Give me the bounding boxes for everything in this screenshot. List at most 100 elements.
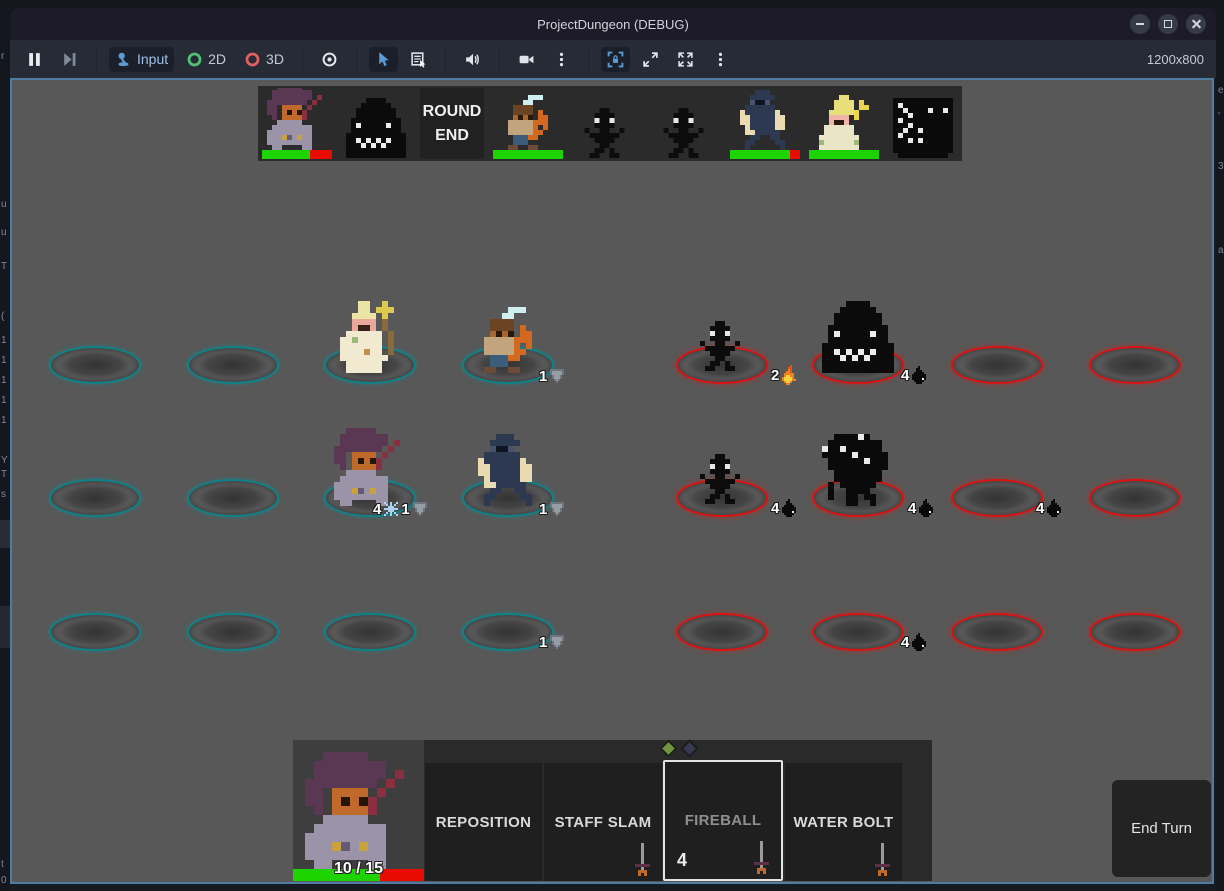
enemy-slot-ring[interactable] xyxy=(951,479,1043,517)
next-frame-button[interactable] xyxy=(55,47,84,72)
ally-slot-ring[interactable] xyxy=(49,479,141,517)
maximize-icon xyxy=(1158,14,1178,34)
select-tool-button[interactable] xyxy=(369,47,398,72)
status-effects: 2 xyxy=(771,365,798,385)
turn-order-portrait xyxy=(651,88,721,159)
camera-menu-button[interactable] xyxy=(547,47,576,72)
ability-button-fireball[interactable]: FIREBALL4 xyxy=(663,760,783,881)
turn-portrait-shadow2-sprite xyxy=(893,98,953,158)
ally-slot-ring[interactable] xyxy=(187,613,279,651)
unit-mage-sprite[interactable] xyxy=(334,428,406,506)
active-unit-sprite xyxy=(305,752,413,869)
maximize-button[interactable] xyxy=(1158,14,1178,34)
ally-slot-ring[interactable] xyxy=(49,346,141,384)
mute-audio-button[interactable] xyxy=(458,47,487,72)
3d-mode-icon xyxy=(244,51,261,68)
status-stack-count: 1 xyxy=(539,501,547,518)
embed-menu-button[interactable] xyxy=(706,47,735,72)
unit-shadow-sprite[interactable] xyxy=(822,434,894,506)
ally-slot-ring[interactable] xyxy=(187,346,279,384)
suspend-button[interactable] xyxy=(20,47,49,72)
editor-backdrop-text: t xyxy=(1,860,4,870)
mode-2d-button[interactable]: 2D xyxy=(180,47,232,72)
status-effects: 1 xyxy=(539,632,564,652)
ability-label: REPOSITION xyxy=(436,814,532,831)
debug-options-button[interactable] xyxy=(315,47,344,72)
enemy-slot-ring[interactable] xyxy=(951,613,1043,651)
enemy-slot-ring[interactable] xyxy=(1089,613,1181,651)
unit-imp-sprite[interactable] xyxy=(700,321,745,371)
status-effects: 4 xyxy=(908,498,933,518)
editor-backdrop-text: 1 xyxy=(1,416,7,426)
sword-icon xyxy=(751,841,772,874)
droplet-icon xyxy=(912,366,926,384)
turn-portrait-hp-bar xyxy=(730,150,800,159)
toolbar-separator xyxy=(499,47,500,71)
enemy-slot-ring[interactable] xyxy=(1089,346,1181,384)
input-mode-button[interactable]: Input xyxy=(109,47,174,72)
fullscreen-button[interactable] xyxy=(671,47,700,72)
turn-portrait-blob-sprite xyxy=(346,98,406,158)
status-effects: 4 xyxy=(901,632,926,652)
enemy-slot-ring[interactable] xyxy=(812,613,904,651)
mode-3d-button[interactable]: 3D xyxy=(238,47,290,72)
turn-portrait-rogue-sprite xyxy=(735,90,795,150)
status-stack-count: 4 xyxy=(1036,500,1044,517)
status-stack-count: 4 xyxy=(901,634,909,651)
shield-icon xyxy=(550,502,564,516)
editor-backdrop-text: T xyxy=(1,262,7,272)
status-stack-count: 4 xyxy=(771,500,779,517)
ability-button-reposition[interactable]: REPOSITION xyxy=(425,763,542,881)
editor-backdrop-block xyxy=(0,606,10,648)
fullscreen-icon xyxy=(677,51,694,68)
ability-button-staff-slam[interactable]: STAFF SLAM xyxy=(544,763,662,881)
snowflake-icon xyxy=(384,502,398,516)
end-turn-label: End Turn xyxy=(1131,820,1192,837)
enemy-slot-ring[interactable] xyxy=(1089,479,1181,517)
camera-override-button[interactable] xyxy=(512,47,541,72)
editor-backdrop-text: s xyxy=(1,490,6,500)
navy-diamond-indicator xyxy=(680,739,698,757)
unit-rogue-sprite[interactable] xyxy=(472,434,544,506)
turn-portrait-mage-sprite xyxy=(267,88,327,150)
status-stack-count: 4 xyxy=(908,500,916,517)
toolbar-separator xyxy=(445,47,446,71)
ability-button-water-bolt[interactable]: WATER BOLT xyxy=(785,763,902,881)
editor-backdrop-block xyxy=(0,520,10,548)
editor-backdrop-text: u xyxy=(1,228,7,238)
enemy-slot-ring[interactable] xyxy=(676,613,768,651)
game-viewport: ROUNDEND 10 / 15 REPOSITIONSTAFF SLAMFIR… xyxy=(10,78,1214,884)
status-stack-count: 1 xyxy=(539,634,547,651)
turn-order-portrait xyxy=(730,88,800,159)
frame-lock-icon xyxy=(607,51,624,68)
ally-slot-ring[interactable] xyxy=(324,613,416,651)
minimize-button[interactable] xyxy=(1130,14,1150,34)
editor-backdrop-text: 1 xyxy=(1,336,7,346)
end-turn-button[interactable]: End Turn xyxy=(1112,780,1211,877)
editor-backdrop-text: 0 xyxy=(1,876,7,886)
turn-portrait-hp-bar xyxy=(262,150,332,159)
ally-slot-ring[interactable] xyxy=(49,613,141,651)
keep-aspect-button[interactable] xyxy=(636,47,665,72)
unit-cleric-sprite[interactable] xyxy=(334,301,406,373)
unit-archer-sprite[interactable] xyxy=(472,307,544,373)
sword-icon xyxy=(632,843,653,876)
embed-game-button[interactable] xyxy=(601,47,630,72)
enemy-slot-ring[interactable] xyxy=(951,346,1043,384)
title-bar[interactable]: ProjectDungeon (DEBUG) xyxy=(10,8,1216,40)
editor-backdrop-text: r xyxy=(1,52,4,62)
droplet-icon xyxy=(782,499,796,517)
turn-portrait-imp-sprite xyxy=(664,108,709,158)
2d-mode-icon xyxy=(186,51,203,68)
round-end-label: ROUND xyxy=(423,100,482,124)
close-button[interactable] xyxy=(1186,14,1206,34)
node-list-icon xyxy=(410,51,427,68)
unit-blob-sprite[interactable] xyxy=(822,301,894,373)
camera-icon xyxy=(518,51,535,68)
unit-imp-sprite[interactable] xyxy=(700,454,745,504)
node-picking-button[interactable] xyxy=(404,47,433,72)
ally-slot-ring[interactable] xyxy=(187,479,279,517)
status-effects: 1 xyxy=(539,499,564,519)
kebab-menu-icon xyxy=(553,51,570,68)
droplet-icon xyxy=(1047,499,1061,517)
